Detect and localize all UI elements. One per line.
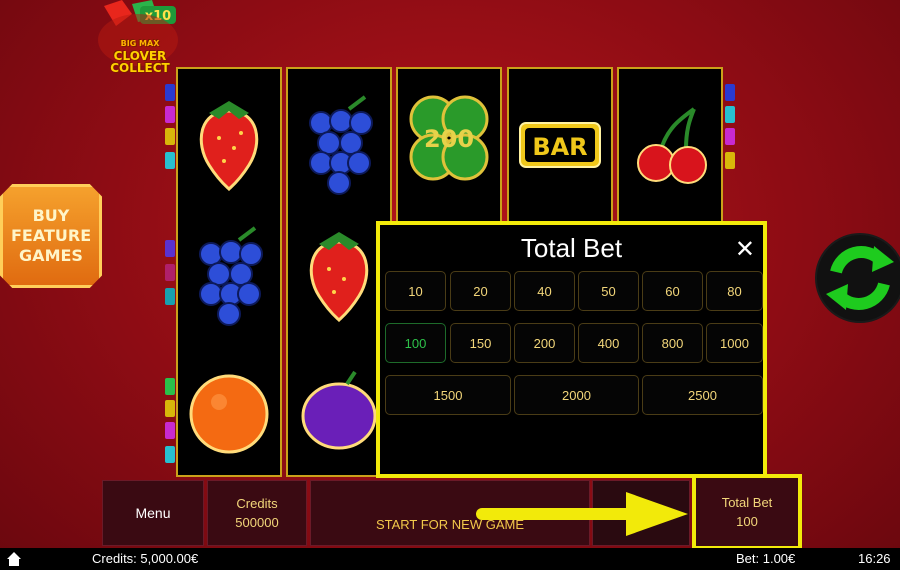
grapes-icon — [199, 226, 263, 326]
payline-marker — [165, 152, 175, 169]
logo-text: BIG MAX CLOVER COLLECT — [110, 39, 170, 75]
buy-feature-games-button[interactable]: BUY FEATURE GAMES — [0, 184, 102, 288]
payline-marker — [165, 446, 175, 463]
payline-marker — [165, 400, 175, 417]
payline-marker — [165, 288, 175, 305]
strawberry-icon — [309, 232, 369, 323]
payline-marker — [165, 264, 175, 281]
plum-icon — [301, 370, 377, 450]
bet-option-100-selected[interactable]: 100 — [385, 323, 446, 363]
bet-option-20[interactable]: 20 — [450, 271, 511, 311]
total-bet-label: Total Bet — [721, 495, 773, 510]
reel-1 — [176, 67, 282, 477]
total-bet-title: Total Bet — [520, 233, 623, 263]
clover-200-icon: 200 — [409, 95, 489, 181]
payline-marker — [165, 378, 175, 395]
bet-option-1000[interactable]: 1000 — [706, 323, 763, 363]
bet-option-800[interactable]: 800 — [642, 323, 703, 363]
grapes-icon — [309, 95, 373, 195]
payline-marker — [165, 422, 175, 439]
bar-icon: BAR — [519, 122, 601, 168]
payline-marker — [165, 84, 175, 101]
status-bar: Credits: 5,000.00€ Bet: 1.00€ 16:26 — [0, 548, 900, 570]
bet-option-10[interactable]: 10 — [385, 271, 446, 311]
menu-label: Menu — [135, 505, 171, 521]
status-time: 16:26 — [858, 551, 891, 566]
buy-feature-label: BUY FEATURE GAMES — [11, 206, 92, 265]
status-bet: Bet: 1.00€ — [736, 551, 796, 566]
clover-value: 200 — [424, 125, 474, 153]
bet-option-80[interactable]: 80 — [706, 271, 763, 311]
credits-display: Credits 500000 — [207, 480, 307, 546]
cherries-icon — [637, 107, 707, 184]
close-icon[interactable]: ✕ — [735, 235, 755, 263]
total-bet-button[interactable]: Total Bet 100 — [692, 474, 802, 550]
payline-marker — [165, 106, 175, 123]
spin-arrows-icon — [815, 233, 900, 323]
spin-button[interactable] — [808, 216, 900, 340]
bet-option-150[interactable]: 150 — [450, 323, 511, 363]
payline-marker — [725, 106, 735, 123]
credits-label: Credits — [236, 496, 278, 511]
status-credits: Credits: 5,000.00€ — [92, 551, 199, 566]
bet-option-60[interactable]: 60 — [642, 271, 703, 311]
game-logo: x10 BIG MAX CLOVER COLLECT — [92, 0, 184, 75]
total-bet-value: 100 — [736, 514, 758, 529]
bet-option-200[interactable]: 200 — [514, 323, 575, 363]
bet-option-2000[interactable]: 2000 — [514, 375, 639, 415]
strawberry-icon — [199, 101, 259, 192]
bar-text: BAR — [532, 133, 587, 161]
bet-option-40[interactable]: 40 — [514, 271, 575, 311]
payline-marker — [165, 128, 175, 145]
home-icon[interactable] — [6, 551, 22, 567]
total-bet-panel: Total Bet ✕ 10 20 40 50 60 80 100 150 20… — [376, 221, 767, 478]
payline-marker — [725, 84, 735, 101]
orange-icon — [189, 374, 269, 454]
bet-option-2500[interactable]: 2500 — [642, 375, 763, 415]
payline-marker — [725, 152, 735, 169]
bet-option-50[interactable]: 50 — [578, 271, 639, 311]
payline-marker — [165, 240, 175, 257]
menu-button[interactable]: Menu — [102, 480, 204, 546]
bet-option-400[interactable]: 400 — [578, 323, 639, 363]
pointer-arrow-icon — [476, 492, 688, 536]
payline-marker — [725, 128, 735, 145]
bet-option-1500[interactable]: 1500 — [385, 375, 511, 415]
credits-value: 500000 — [235, 515, 279, 530]
